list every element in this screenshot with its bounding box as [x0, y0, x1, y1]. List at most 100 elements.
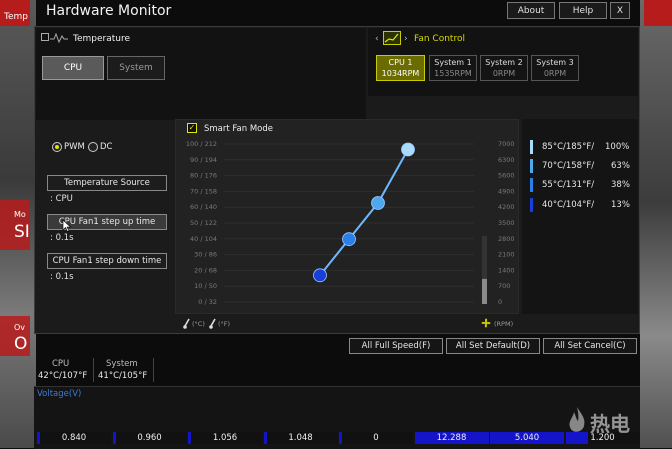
fan-tab-system3[interactable]: System 3 0RPM: [531, 55, 579, 81]
fan-tab-cpu1[interactable]: CPU 1 1034RPM: [376, 55, 425, 81]
thermometer-icon: [209, 318, 216, 329]
dc-radio[interactable]: [88, 142, 98, 152]
background-label: Temp: [4, 12, 28, 22]
temperature-source-button[interactable]: Temperature Source: [47, 175, 167, 191]
fan-tab-system2[interactable]: System 2 0RPM: [480, 55, 528, 81]
voltage-level-bar: [112, 432, 116, 444]
system-temp-label: System: [106, 359, 138, 369]
voltage-level-bar: [263, 432, 267, 444]
rpm-tick-label: 4900: [498, 187, 515, 195]
fan-icon: [481, 318, 491, 328]
fan-chart-icon: [383, 31, 401, 45]
flame-logo-icon: [569, 407, 585, 432]
voltage-value: 0.840: [61, 433, 87, 443]
voltage-level-bar: [37, 432, 40, 444]
fan-tab-system1[interactable]: System 1 1535RPM: [429, 55, 477, 81]
fan-name: CPU 1: [388, 58, 413, 67]
mouse-cursor-icon: [62, 219, 72, 232]
unit-fahrenheit: (°F): [218, 320, 231, 328]
help-button[interactable]: Help: [559, 2, 607, 19]
fan-rpm: 1034RPM: [381, 69, 420, 78]
temperature-header: Temperature: [73, 34, 131, 44]
legend-pct: 13%: [611, 200, 630, 210]
smart-fan-checkbox[interactable]: ✓: [187, 123, 197, 133]
legend-temp: 55°C/131°F/: [542, 180, 595, 190]
status-divider: [93, 358, 94, 382]
pwm-label: PWM: [64, 142, 85, 152]
voltage-value: 0: [373, 433, 379, 443]
all-set-cancel-button[interactable]: All Set Cancel(C): [543, 338, 637, 354]
legend-temp: 40°C/104°F/: [542, 200, 595, 210]
y-tick-label: 30 / 86: [194, 251, 217, 259]
background-label: Ov: [14, 323, 26, 332]
all-set-default-button[interactable]: All Set Default(D): [446, 338, 540, 354]
fan-name: System 2: [485, 58, 523, 67]
rpm-level-fill: [482, 278, 487, 304]
close-button[interactable]: X: [610, 2, 630, 19]
rpm-tick-label: 700: [498, 282, 510, 290]
step-down-time-button[interactable]: CPU Fan1 step down time: [47, 253, 167, 269]
rpm-tick-label: 4200: [498, 203, 515, 211]
y-tick-label: 40 / 104: [190, 235, 217, 243]
y-tick-label: 80 / 176: [190, 172, 217, 180]
voltage-level-bar: [339, 432, 342, 444]
unit-rpm: (RPM): [494, 320, 514, 328]
y-tick-label: 20 / 68: [194, 266, 217, 274]
rpm-tick-label: 6300: [498, 156, 515, 164]
fan-rpm: 0RPM: [492, 69, 516, 78]
status-divider: [153, 358, 154, 382]
rpm-tick-label: 5600: [498, 172, 515, 180]
legend-temp: 70°C/158°F/: [542, 161, 595, 171]
fan-curve-chart[interactable]: 100 / 212 90 / 194 80 / 176 70 / 158 60 / 14…: [178, 136, 518, 312]
y-tick-label: 0 / 32: [198, 298, 217, 306]
chevron-left-icon[interactable]: ‹: [375, 34, 379, 44]
rpm-tick-label: 3500: [498, 219, 515, 227]
fan-curve-point[interactable]: [371, 196, 385, 210]
fan-rpm: 0RPM: [543, 69, 567, 78]
step-up-time-value: : 0.1s: [50, 233, 74, 243]
pwm-radio[interactable]: [52, 142, 62, 152]
step-down-time-value: : 0.1s: [50, 272, 74, 282]
voltage-value: 1.048: [288, 433, 313, 443]
cpu-temp-value: 42°C/107°F: [38, 371, 88, 381]
fan-curve-point[interactable]: [313, 268, 327, 283]
background-label: Mo: [14, 210, 26, 219]
rpm-tick-label: 1400: [498, 266, 515, 274]
about-button[interactable]: About: [507, 2, 555, 19]
legend-pct: 38%: [611, 180, 630, 190]
fan-curve-point[interactable]: [342, 232, 356, 247]
collapse-icon[interactable]: [41, 33, 49, 41]
fan-name: System 3: [536, 58, 574, 67]
window-title: Hardware Monitor: [46, 3, 172, 19]
legend-swatch: [530, 159, 533, 173]
dc-label: DC: [100, 142, 113, 152]
unit-celsius: (°C): [192, 320, 205, 328]
tab-system[interactable]: System: [107, 56, 165, 80]
y-tick-label: 50 / 122: [190, 219, 217, 227]
fan-curve-point[interactable]: [401, 142, 415, 157]
cpu-temp-label: CPU: [52, 359, 70, 369]
temperature-source-value: : CPU: [50, 194, 73, 204]
rpm-tick-label: 2100: [498, 251, 515, 259]
fan-control-header: Fan Control: [414, 34, 465, 44]
chevron-right-icon[interactable]: ›: [404, 34, 408, 44]
fan-name: System 1: [434, 58, 472, 67]
voltage-value: 5.040: [514, 433, 540, 443]
all-full-speed-button[interactable]: All Full Speed(F): [349, 338, 443, 354]
radio-dot-icon: [55, 145, 59, 149]
background-red-tile: [644, 0, 672, 26]
y-tick-label: 100 / 212: [186, 140, 217, 148]
background-label: O: [14, 334, 28, 354]
thermometer-icon: [183, 318, 190, 329]
watermark-text: 热电: [590, 412, 630, 436]
voltage-value: 1.056: [212, 433, 238, 443]
fan-rpm: 1535RPM: [434, 69, 472, 78]
y-tick-label: 10 / 50: [194, 282, 217, 290]
fan-curve-line: [319, 149, 409, 276]
tab-cpu[interactable]: CPU: [42, 56, 104, 80]
voltage-value: 12.288: [436, 433, 467, 443]
rpm-tick-label: 0: [498, 298, 502, 306]
legend-swatch: [530, 198, 533, 212]
rpm-tick-label: 2800: [498, 235, 515, 243]
y-tick-label: 70 / 158: [190, 187, 217, 195]
